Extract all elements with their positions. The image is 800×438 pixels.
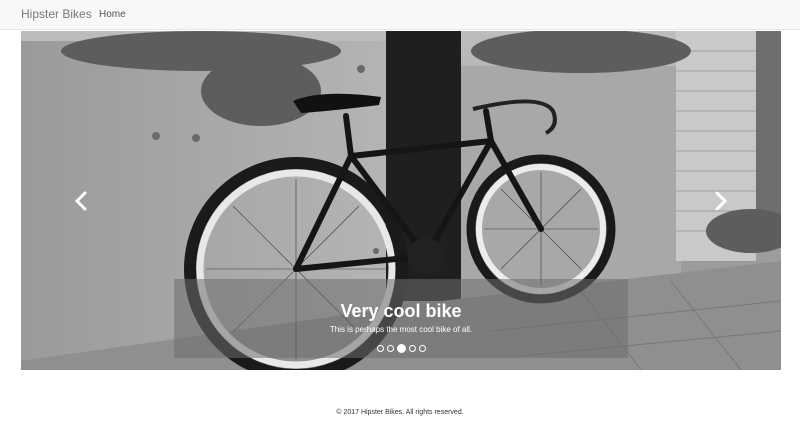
carousel-indicator-dot[interactable] [386, 345, 394, 352]
carousel-indicators [21, 344, 781, 353]
chevron-right-icon [715, 191, 728, 211]
carousel-next-button[interactable] [706, 186, 736, 216]
navbar-brand[interactable]: Hipster Bikes [21, 7, 92, 21]
carousel-indicator-dot[interactable] [376, 345, 384, 352]
carousel-prev-button[interactable] [66, 186, 96, 216]
nav-item-home[interactable]: Home [99, 9, 126, 20]
chevron-left-icon [74, 191, 87, 211]
carousel-indicator-dot[interactable] [418, 345, 426, 352]
image-carousel: Very cool bike This is perhaps the most … [21, 31, 781, 370]
caption-title: Very cool bike [340, 301, 462, 321]
footer-text: © 2017 Hipster Bikes. All rights reserve… [336, 409, 464, 416]
carousel-indicator-dot[interactable] [396, 344, 406, 353]
navbar: Hipster Bikes Home [0, 0, 800, 30]
carousel-indicator-dot[interactable] [408, 345, 416, 352]
caption-text: This is perhaps the most cool bike of al… [329, 325, 473, 334]
